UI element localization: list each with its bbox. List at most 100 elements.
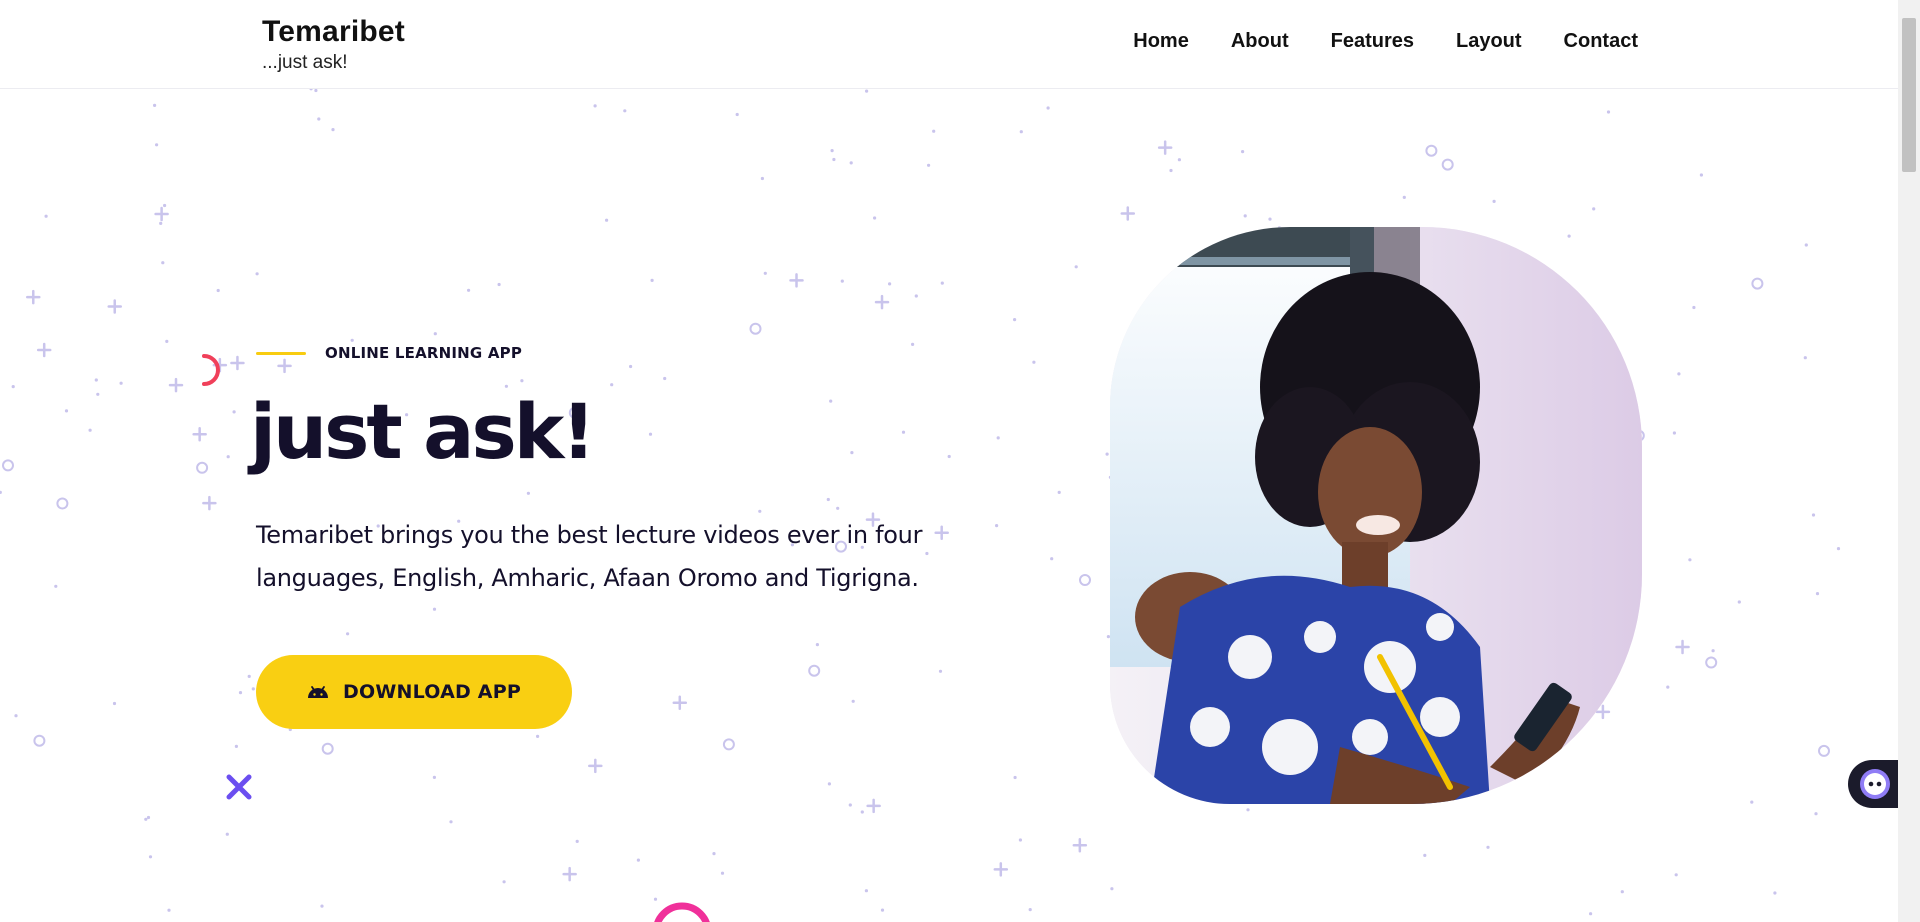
page-scrollbar[interactable] [1898, 0, 1920, 922]
pattern-dot [119, 381, 123, 385]
pattern-dot [815, 643, 820, 647]
pattern-dot [1013, 775, 1017, 780]
pattern-dot [247, 674, 251, 679]
eyebrow-accent-line [256, 351, 306, 355]
pattern-plus [26, 289, 41, 305]
pattern-dot [1243, 214, 1247, 218]
pattern-dot [167, 908, 171, 912]
pattern-dot [575, 839, 579, 844]
pattern-dot [54, 584, 58, 588]
pattern-dot [14, 714, 18, 718]
pattern-dot [0, 490, 2, 494]
pattern-dot [163, 203, 167, 208]
pattern-ring [1425, 144, 1438, 157]
pattern-dot [758, 509, 762, 513]
pattern-ring [33, 734, 46, 747]
pattern-dot [760, 176, 765, 181]
pattern-dot [1492, 199, 1496, 203]
pattern-dot [901, 430, 906, 434]
brand-name[interactable]: Temaribet [262, 14, 405, 50]
pattern-plus [192, 427, 207, 442]
pattern-dot [1814, 812, 1818, 816]
pattern-plus [789, 273, 804, 288]
pattern-dot [1592, 207, 1596, 211]
pattern-ring [1441, 158, 1454, 171]
pattern-dot [712, 852, 716, 856]
pattern-dot [238, 691, 243, 695]
pattern-dot [865, 89, 869, 93]
pattern-dot [629, 364, 633, 369]
pattern-dot [848, 803, 852, 807]
pattern-dot [623, 109, 627, 113]
pattern-ring [1751, 277, 1764, 290]
android-icon [308, 686, 329, 698]
pattern-dot [497, 282, 501, 287]
pattern-dot [1803, 356, 1807, 360]
brand[interactable]: Temaribet ...just ask! [262, 14, 405, 74]
nav-contact[interactable]: Contact [1564, 30, 1638, 53]
scrollbar-thumb[interactable] [1902, 18, 1916, 172]
pattern-dot [1773, 891, 1777, 895]
pattern-plus [588, 758, 603, 774]
pattern-dot [940, 281, 944, 285]
pattern-dot [320, 904, 324, 908]
pink-ring-decoration [654, 902, 710, 922]
nav-home[interactable]: Home [1133, 30, 1189, 53]
pattern-dot [888, 282, 892, 286]
pattern-dot [144, 817, 148, 821]
pattern-dot [165, 339, 169, 343]
pattern-dot [932, 129, 936, 133]
pattern-ring [722, 738, 735, 751]
pattern-dot [947, 454, 951, 459]
pattern-dot [1486, 845, 1490, 849]
pattern-dot [314, 88, 318, 93]
download-app-button[interactable]: DOWNLOAD APP [256, 655, 572, 729]
pattern-dot [44, 214, 48, 218]
pattern-dot [1241, 150, 1245, 154]
pattern-dot [610, 383, 614, 387]
pattern-dot [663, 376, 667, 381]
pattern-dot [1013, 318, 1017, 322]
pattern-dot [1032, 360, 1036, 364]
pattern-dot [1423, 853, 1427, 858]
pattern-dot [840, 279, 844, 283]
pattern-plus [1157, 140, 1173, 155]
nav-layout[interactable]: Layout [1456, 30, 1522, 53]
pattern-dot [864, 889, 869, 893]
pattern-dot [1836, 547, 1841, 551]
pattern-plus [107, 299, 122, 314]
pattern-dot [1666, 685, 1670, 689]
pattern-plus [1120, 206, 1136, 221]
pattern-dot [1711, 649, 1715, 653]
pattern-dot [873, 216, 877, 220]
download-app-label: DOWNLOAD APP [343, 681, 521, 703]
pattern-dot [216, 288, 220, 293]
pattern-dot [1057, 490, 1061, 494]
pattern-plus [874, 294, 890, 310]
pattern-dot [526, 491, 531, 495]
pattern-dot [112, 701, 117, 706]
pattern-dot [927, 163, 931, 167]
pattern-dot [225, 832, 229, 836]
pattern-dot [829, 399, 833, 403]
pattern-dot [161, 261, 165, 265]
pattern-ring [808, 664, 821, 677]
pattern-dot [1589, 912, 1593, 916]
nav-features[interactable]: Features [1331, 30, 1414, 53]
pattern-plus [672, 695, 688, 711]
nav-about[interactable]: About [1231, 30, 1289, 53]
pattern-dot [1677, 372, 1681, 376]
pattern-plus [154, 206, 169, 222]
pattern-dot [735, 112, 739, 117]
pattern-dot [1737, 600, 1741, 604]
pattern-dot [996, 436, 1000, 440]
pattern-dot [1672, 431, 1676, 435]
pattern-dot [832, 157, 836, 162]
pattern-dot [880, 908, 885, 912]
pattern-dot [350, 338, 354, 342]
pattern-dot [1177, 158, 1181, 162]
pattern-dot [432, 775, 436, 780]
pattern-plus [866, 798, 881, 814]
pattern-dot [1699, 173, 1703, 177]
pattern-dot [148, 855, 153, 859]
